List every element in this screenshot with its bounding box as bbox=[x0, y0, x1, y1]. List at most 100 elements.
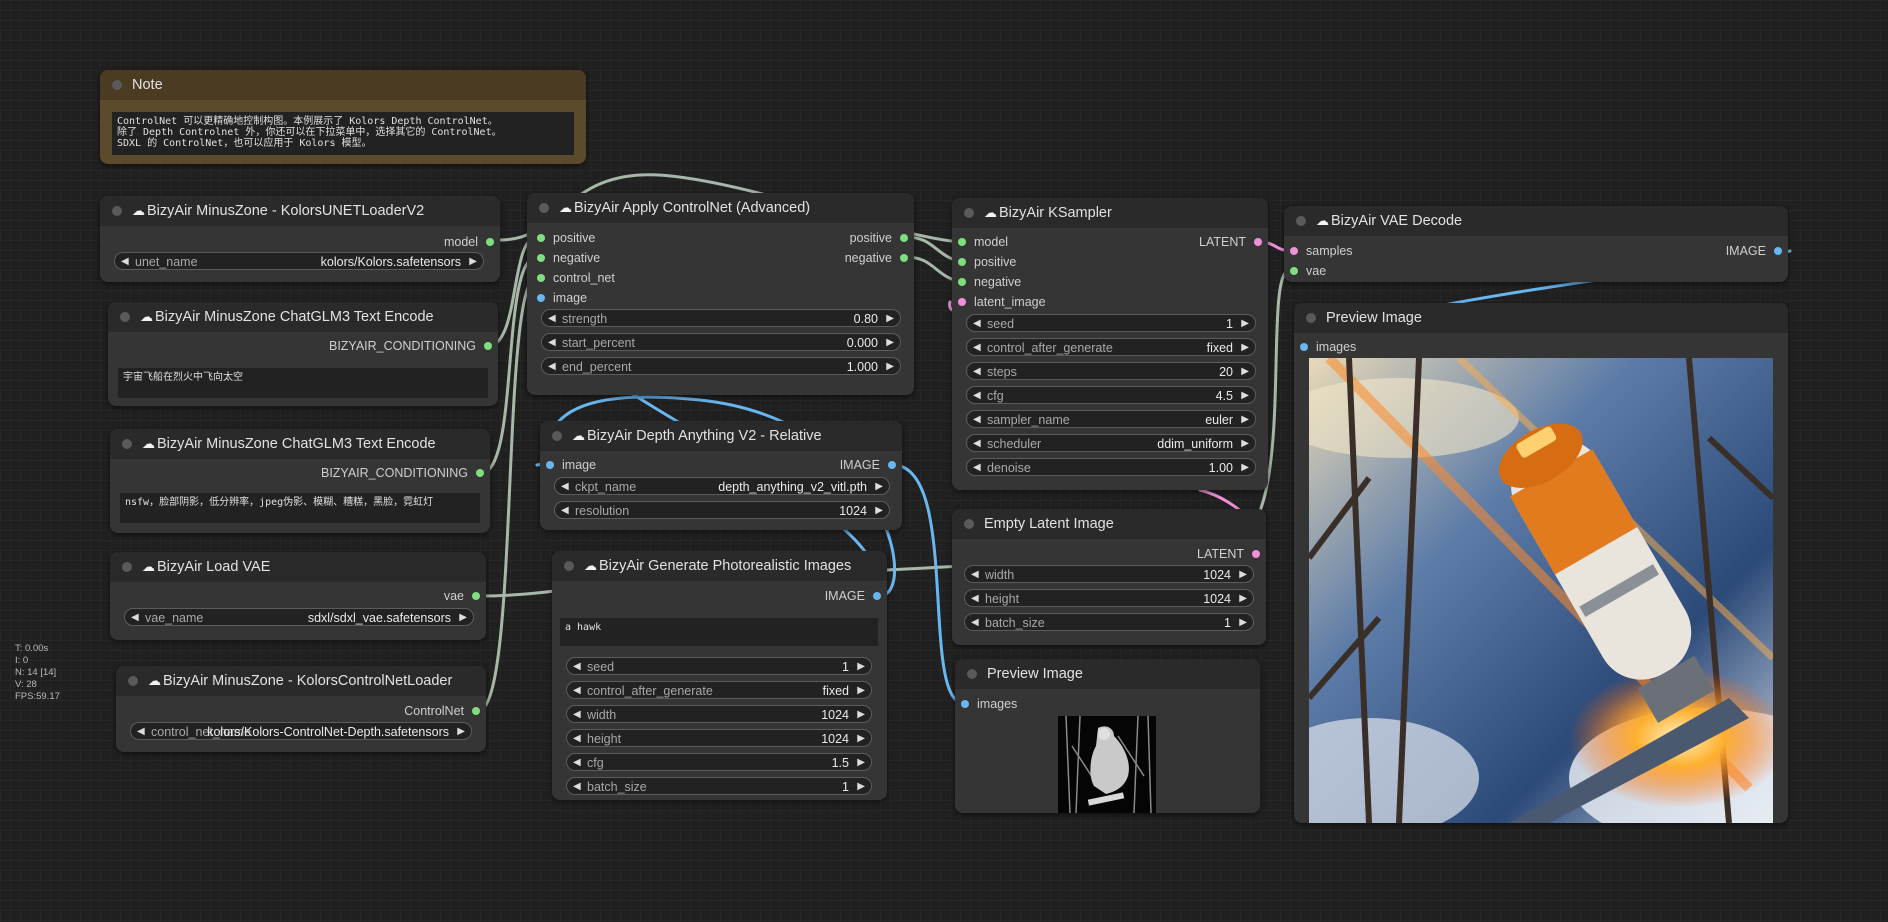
output-image[interactable]: IMAGE bbox=[1726, 243, 1782, 259]
denoise-widget[interactable]: ◀ denoise 1.00 ▶ bbox=[966, 458, 1256, 476]
input-model[interactable]: model bbox=[958, 234, 1008, 250]
output-pin[interactable] bbox=[900, 234, 908, 242]
node-header[interactable]: ☁ BizyAir MinusZone - KolorsUNETLoaderV2 bbox=[100, 196, 500, 226]
node-header[interactable]: ☁ BizyAir VAE Decode bbox=[1284, 206, 1788, 236]
input-pin[interactable] bbox=[537, 254, 545, 262]
input-pin[interactable] bbox=[961, 700, 969, 708]
preview-depth-node[interactable]: Preview Image images bbox=[955, 659, 1260, 813]
arrow-left-icon[interactable]: ◀ bbox=[548, 358, 556, 376]
collapse-dot-icon[interactable] bbox=[122, 439, 132, 449]
steps-widget[interactable]: ◀ steps 20 ▶ bbox=[966, 362, 1256, 380]
output-pin[interactable] bbox=[472, 707, 480, 715]
arrow-left-icon[interactable]: ◀ bbox=[971, 590, 979, 608]
node-header[interactable]: ☁ BizyAir Generate Photorealistic Images bbox=[552, 551, 887, 581]
arrow-right-icon[interactable]: ▶ bbox=[857, 754, 865, 772]
arrow-right-icon[interactable]: ▶ bbox=[1241, 459, 1249, 477]
sampler-name-widget[interactable]: ◀ sampler_name euler ▶ bbox=[966, 410, 1256, 428]
output-model[interactable]: model bbox=[444, 234, 494, 250]
node-header[interactable]: ☁ BizyAir KSampler bbox=[952, 198, 1268, 228]
input-negative[interactable]: negative bbox=[537, 250, 600, 266]
input-vae[interactable]: vae bbox=[1290, 263, 1326, 279]
width-widget[interactable]: ◀ width 1024 ▶ bbox=[964, 565, 1254, 583]
generate-images-node[interactable]: ☁ BizyAir Generate Photorealistic Images … bbox=[552, 551, 887, 800]
input-latent-image[interactable]: latent_image bbox=[958, 294, 1046, 310]
control-after-generate-widget[interactable]: ◀ control_after_generate fixed ▶ bbox=[566, 681, 872, 699]
output-pin[interactable] bbox=[888, 461, 896, 469]
input-pin[interactable] bbox=[958, 298, 966, 306]
arrow-left-icon[interactable]: ◀ bbox=[131, 609, 139, 627]
input-image[interactable]: image bbox=[537, 290, 587, 306]
controlnet-name-widget[interactable]: ◀ control_net_name kolors/Kolors-ControlNe… bbox=[130, 722, 472, 740]
node-header[interactable]: Empty Latent Image bbox=[952, 509, 1266, 539]
arrow-right-icon[interactable]: ▶ bbox=[857, 682, 865, 700]
input-image[interactable]: image bbox=[546, 457, 596, 473]
arrow-right-icon[interactable]: ▶ bbox=[857, 658, 865, 676]
ckpt-name-widget[interactable]: ◀ ckpt_name depth_anything_v2_vitl.pth ▶ bbox=[554, 477, 890, 495]
arrow-left-icon[interactable]: ◀ bbox=[973, 339, 981, 357]
output-pin[interactable] bbox=[1254, 238, 1262, 246]
output-vae[interactable]: vae bbox=[444, 588, 480, 604]
unet-name-widget[interactable]: ◀ unet_name kolors/Kolors.safetensors ▶ bbox=[114, 252, 484, 270]
arrow-right-icon[interactable]: ▶ bbox=[1241, 339, 1249, 357]
output-pin[interactable] bbox=[873, 592, 881, 600]
arrow-left-icon[interactable]: ◀ bbox=[971, 614, 979, 632]
input-pin[interactable] bbox=[958, 238, 966, 246]
input-pin[interactable] bbox=[537, 294, 545, 302]
output-pin[interactable] bbox=[472, 592, 480, 600]
arrow-right-icon[interactable]: ▶ bbox=[857, 706, 865, 724]
collapse-dot-icon[interactable] bbox=[539, 203, 549, 213]
input-negative[interactable]: negative bbox=[958, 274, 1021, 290]
arrow-right-icon[interactable]: ▶ bbox=[1241, 363, 1249, 381]
input-pin[interactable] bbox=[546, 461, 554, 469]
node-header[interactable]: ☁ BizyAir Depth Anything V2 - Relative bbox=[540, 421, 902, 451]
ksampler-node[interactable]: ☁ BizyAir KSampler model positive negativ… bbox=[952, 198, 1268, 490]
node-header[interactable]: Preview Image bbox=[1294, 303, 1788, 333]
arrow-right-icon[interactable]: ▶ bbox=[457, 723, 465, 741]
preview-result-node[interactable]: Preview Image images bbox=[1294, 303, 1788, 823]
node-header[interactable]: ☁ BizyAir MinusZone ChatGLM3 Text Encode bbox=[110, 429, 490, 459]
arrow-right-icon[interactable]: ▶ bbox=[1241, 315, 1249, 333]
vae-name-widget[interactable]: ◀ vae_name sdxl/sdxl_vae.safetensors ▶ bbox=[124, 608, 474, 626]
output-pin[interactable] bbox=[1252, 550, 1260, 558]
depth-preview-image[interactable] bbox=[1058, 716, 1156, 813]
input-positive[interactable]: positive bbox=[537, 230, 595, 246]
strength-widget[interactable]: ◀ strength 0.80 ▶ bbox=[541, 309, 901, 327]
output-pin[interactable] bbox=[1774, 247, 1782, 255]
arrow-right-icon[interactable]: ▶ bbox=[886, 358, 894, 376]
depth-anything-node[interactable]: ☁ BizyAir Depth Anything V2 - Relative im… bbox=[540, 421, 902, 530]
collapse-dot-icon[interactable] bbox=[112, 206, 122, 216]
batch-size-widget[interactable]: ◀ batch_size 1 ▶ bbox=[964, 613, 1254, 631]
output-conditioning[interactable]: BIZYAIR_CONDITIONING bbox=[329, 338, 492, 354]
controlnet-loader-node[interactable]: ☁ BizyAir MinusZone - KolorsControlNetLoa… bbox=[116, 666, 486, 752]
arrow-right-icon[interactable]: ▶ bbox=[1241, 411, 1249, 429]
input-pin[interactable] bbox=[958, 258, 966, 266]
cfg-widget[interactable]: ◀ cfg 4.5 ▶ bbox=[966, 386, 1256, 404]
empty-latent-node[interactable]: Empty Latent Image LATENT ◀ width 1024 ▶ ◀ h… bbox=[952, 509, 1266, 645]
collapse-dot-icon[interactable] bbox=[112, 80, 122, 90]
input-samples[interactable]: samples bbox=[1290, 243, 1353, 259]
batch-size-widget[interactable]: ◀ batch_size 1 ▶ bbox=[566, 777, 872, 795]
input-positive[interactable]: positive bbox=[958, 254, 1016, 270]
output-latent[interactable]: LATENT bbox=[1199, 234, 1262, 250]
cfg-widget[interactable]: ◀ cfg 1.5 ▶ bbox=[566, 753, 872, 771]
collapse-dot-icon[interactable] bbox=[552, 431, 562, 441]
collapse-dot-icon[interactable] bbox=[122, 562, 132, 572]
end-percent-widget[interactable]: ◀ end_percent 1.000 ▶ bbox=[541, 357, 901, 375]
output-conditioning[interactable]: BIZYAIR_CONDITIONING bbox=[321, 465, 484, 481]
arrow-left-icon[interactable]: ◀ bbox=[973, 363, 981, 381]
arrow-right-icon[interactable]: ▶ bbox=[1239, 614, 1247, 632]
text-encode-positive-node[interactable]: ☁ BizyAir MinusZone ChatGLM3 Text Encode … bbox=[108, 302, 498, 406]
output-image[interactable]: IMAGE bbox=[840, 457, 896, 473]
note-text[interactable]: ControlNet 可以更精确地控制构图。本例展示了 Kolors Depth… bbox=[112, 112, 574, 155]
height-widget[interactable]: ◀ height 1024 ▶ bbox=[566, 729, 872, 747]
arrow-left-icon[interactable]: ◀ bbox=[973, 459, 981, 477]
node-header[interactable]: ☁ BizyAir MinusZone ChatGLM3 Text Encode bbox=[108, 302, 498, 332]
arrow-right-icon[interactable]: ▶ bbox=[1241, 387, 1249, 405]
seed-widget[interactable]: ◀ seed 1 ▶ bbox=[966, 314, 1256, 332]
arrow-left-icon[interactable]: ◀ bbox=[971, 566, 979, 584]
collapse-dot-icon[interactable] bbox=[1306, 313, 1316, 323]
output-latent[interactable]: LATENT bbox=[1197, 546, 1260, 562]
arrow-left-icon[interactable]: ◀ bbox=[573, 754, 581, 772]
prompt-textarea[interactable]: a hawk bbox=[560, 618, 878, 646]
collapse-dot-icon[interactable] bbox=[964, 208, 974, 218]
